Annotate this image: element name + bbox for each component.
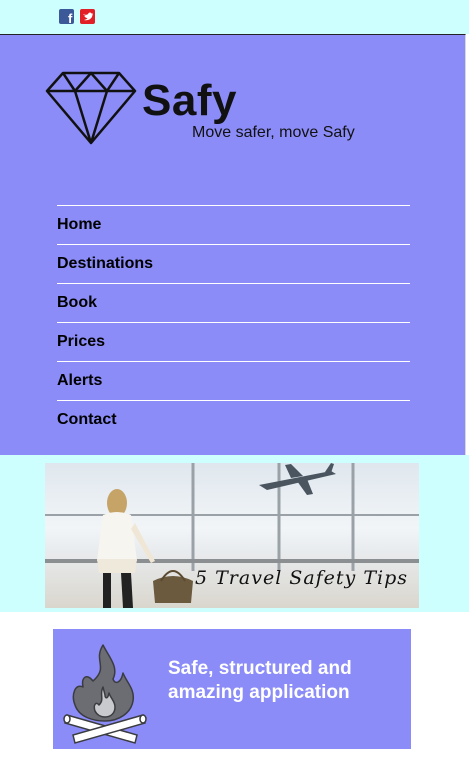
nav-item-prices[interactable]: Prices [57, 322, 410, 361]
nav-item-book[interactable]: Book [57, 283, 410, 322]
feature-card-text: Safe, structured and amazing application [168, 658, 352, 703]
nav-item-home[interactable]: Home [57, 205, 410, 244]
feature-card[interactable]: Safe, structured and amazing application [53, 629, 411, 749]
twitter-icon[interactable] [80, 9, 95, 24]
travel-tips-banner[interactable]: 5 Travel Safety Tips [45, 463, 419, 608]
top-bar: f [0, 0, 469, 34]
tagline: Move safer, move Safy [192, 124, 355, 141]
site-header: Safy Move safer, move Safy Home Destinat… [0, 34, 466, 456]
nav-item-alerts[interactable]: Alerts [57, 361, 410, 400]
facebook-icon[interactable]: f [59, 9, 74, 24]
brand-name[interactable]: Safy [142, 77, 237, 125]
svg-text:f: f [68, 11, 73, 24]
campfire-icon [63, 644, 147, 744]
nav-item-destinations[interactable]: Destinations [57, 244, 410, 283]
banner-caption: 5 Travel Safety Tips [195, 567, 408, 589]
main-nav: Home Destinations Book Prices Alerts Con… [57, 205, 410, 439]
diamond-icon[interactable] [45, 71, 137, 145]
nav-item-contact[interactable]: Contact [57, 400, 410, 439]
